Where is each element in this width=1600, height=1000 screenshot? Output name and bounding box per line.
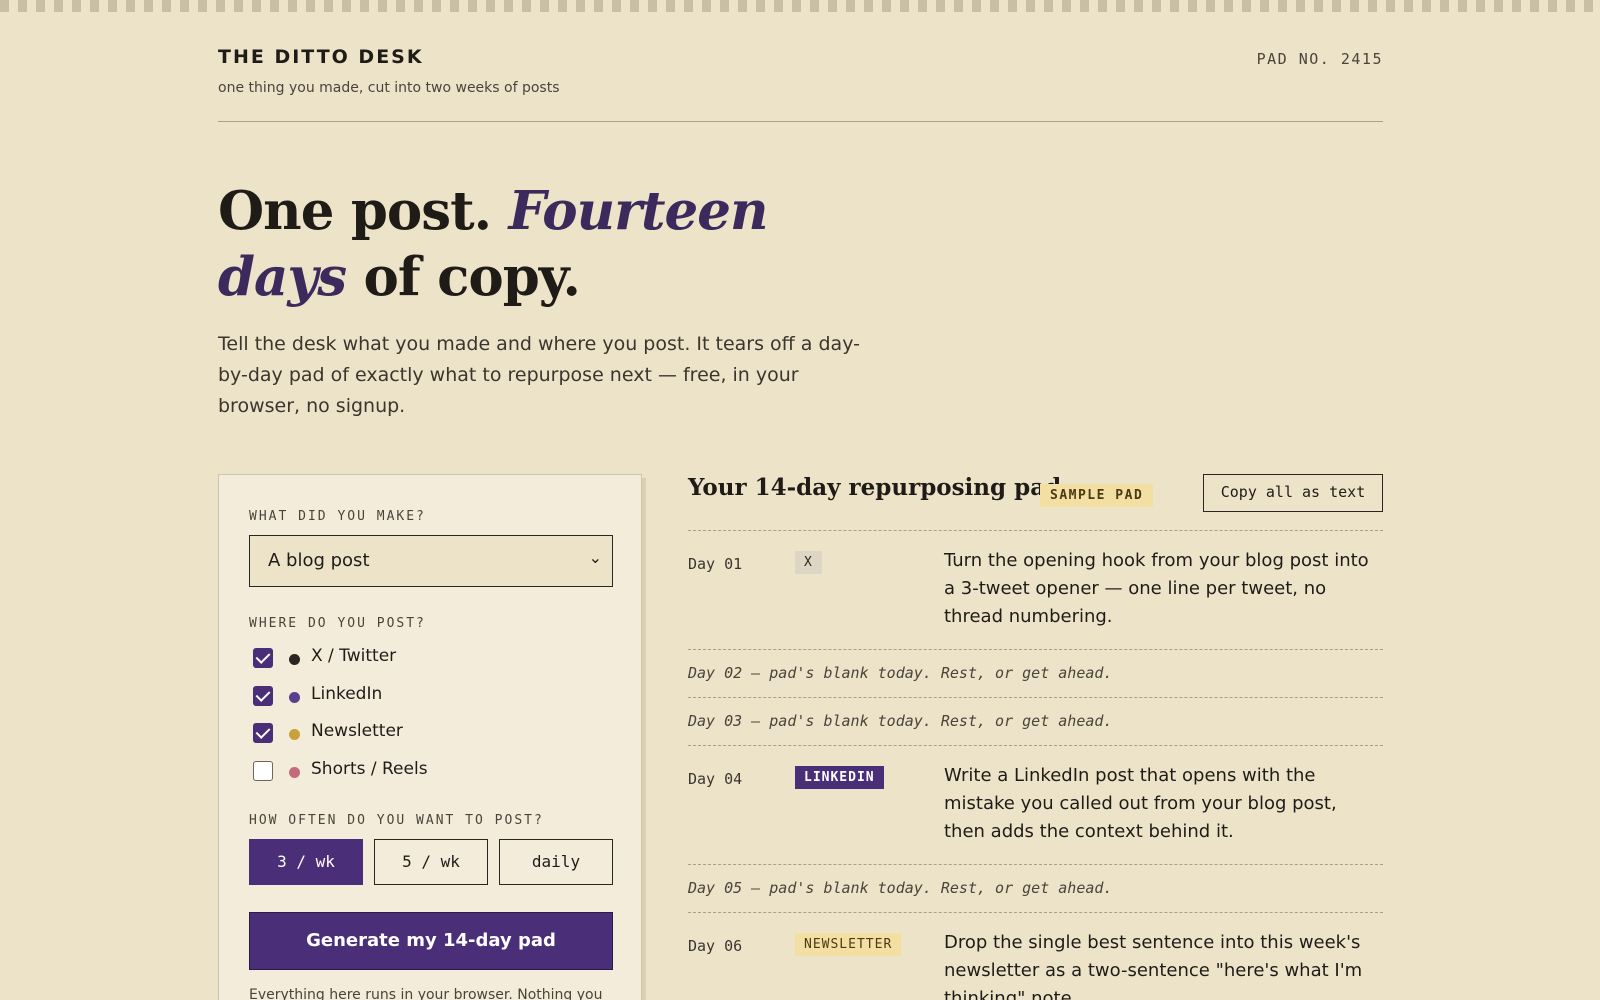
checkbox[interactable]: [253, 723, 273, 743]
blank-day-text: Day 03 — pad's blank today. Rest, or get…: [688, 712, 1113, 730]
where-label: WHERE DO YOU POST?: [249, 616, 426, 631]
day-row: Day 01 X Turn the opening hook from your b…: [688, 531, 1383, 650]
frequency-option[interactable]: daily: [499, 839, 613, 885]
hero-headline: One post. Fourteen days of copy.: [218, 178, 778, 310]
frequency-option[interactable]: 5 / wk: [374, 839, 488, 885]
platform-label: X / Twitter: [311, 646, 397, 666]
hero-lede: Tell the desk what you made and where yo…: [218, 333, 860, 417]
pad-title: Your 14-day repurposing pad: [688, 474, 1062, 501]
platform-chip: X: [795, 551, 822, 574]
platform-color-dot: [289, 729, 300, 740]
hero-line1-accent: Fourteen: [508, 180, 769, 242]
blank-day-row: Day 05 — pad's blank today. Rest, or get…: [688, 865, 1383, 913]
blank-day-row: Day 03 — pad's blank today. Rest, or get…: [688, 698, 1383, 746]
platform-label: LinkedIn: [311, 683, 383, 704]
hero-line2-plain: of copy.: [346, 246, 580, 308]
frequency-option[interactable]: 3 / wk: [249, 839, 363, 885]
day-row: Day 04 LINKEDIN Write a LinkedIn post that…: [688, 746, 1383, 865]
frequency-label: HOW OFTEN DO YOU WANT TO POST?: [249, 813, 544, 828]
checkbox[interactable]: [253, 760, 273, 781]
checkbox[interactable]: [253, 648, 273, 668]
blank-day-text: Day 02 — pad's blank today. Rest, or get…: [688, 664, 1113, 682]
hero-line1-plain: One post.: [218, 180, 509, 242]
platform-color-dot: [289, 766, 300, 778]
day-list: Day 01 X Turn the opening hook from your b…: [688, 530, 1383, 1000]
day-task: Turn the opening hook from your blog pos…: [944, 550, 1369, 627]
privacy-note: Everything here runs in your browser. No…: [249, 987, 603, 1000]
checkbox[interactable]: [253, 685, 273, 706]
copy-all-button[interactable]: Copy all as text: [1203, 474, 1383, 512]
platform-color-dot: [289, 691, 300, 703]
day-task: Write a LinkedIn post that opens with th…: [944, 765, 1337, 842]
blank-day-text: Day 05 — pad's blank today. Rest, or get…: [688, 879, 1113, 897]
made-select-value: A blog post: [268, 550, 370, 571]
made-label: WHAT DID YOU MAKE?: [249, 509, 426, 524]
day-number: Day 04: [688, 770, 743, 788]
perforated-edge: [0, 0, 1600, 12]
platform-chip: NEWSLETTER: [795, 933, 902, 956]
site-header: THE DITTO DESK one thing you made, cut i…: [218, 44, 1383, 122]
brand-tagline: one thing you made, cut into two weeks o…: [218, 80, 560, 96]
brand-name[interactable]: THE DITTO DESK: [218, 46, 424, 68]
day-row: Day 06 NEWSLETTER Drop the single best sen…: [688, 913, 1383, 1000]
day-number: Day 01: [688, 555, 743, 573]
settings-panel: WHAT DID YOU MAKE? A blog post ⌄ WHERE D…: [218, 474, 642, 1000]
sample-pad-badge: SAMPLE PAD: [1040, 484, 1154, 507]
day-task: Drop the single best sentence into this …: [944, 932, 1363, 1000]
hero-line2-accent: days: [218, 246, 347, 308]
generate-button[interactable]: Generate my 14-day pad: [249, 912, 613, 970]
platform-label: Newsletter: [311, 721, 403, 741]
blank-day-row: Day 02 — pad's blank today. Rest, or get…: [688, 650, 1383, 698]
chevron-down-icon: ⌄: [588, 548, 602, 567]
platform-label: Shorts / Reels: [311, 758, 428, 779]
pad-number: PAD NO. 2415: [1256, 50, 1383, 68]
day-number: Day 06: [688, 937, 743, 955]
platform-color-dot: [289, 654, 300, 665]
made-select[interactable]: A blog post ⌄: [249, 535, 613, 587]
platform-chip: LINKEDIN: [795, 766, 884, 789]
